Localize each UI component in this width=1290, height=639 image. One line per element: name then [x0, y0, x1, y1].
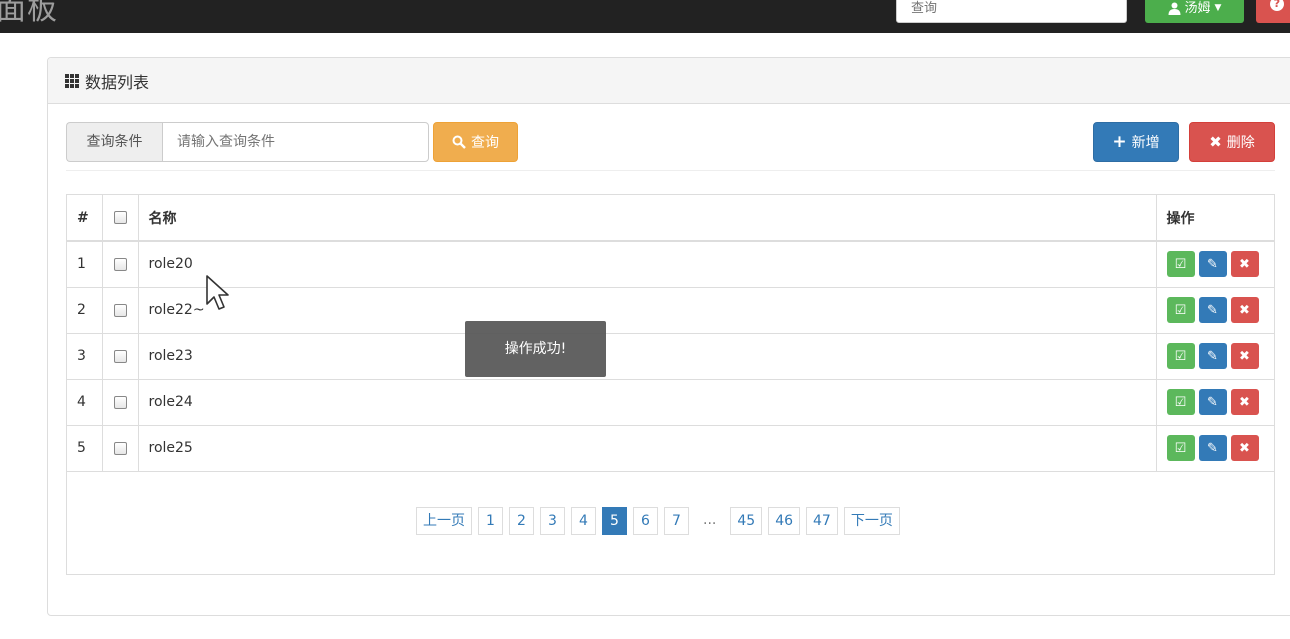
row-num: 4	[67, 379, 103, 426]
search-icon	[452, 135, 466, 149]
data-table: # 名称 操作 1 role20 ☑ ✎ ✖ 2 role22~ ☑ ✎ ✖ 3…	[67, 195, 1274, 472]
pencil-icon[interactable]: ✎	[1198, 389, 1227, 415]
page-link[interactable]: 1	[478, 507, 503, 535]
pencil-icon[interactable]: ✎	[1198, 343, 1227, 369]
top-navbar: 面板 汤姆 ▼ ?	[0, 0, 1290, 33]
check-icon[interactable]: ☑	[1166, 435, 1195, 461]
table-row: 4 role24 ☑ ✎ ✖	[67, 379, 1274, 426]
row-name: role24	[138, 379, 1157, 426]
user-icon	[1168, 2, 1181, 15]
table-row: 3 role23 ☑ ✎ ✖	[67, 333, 1274, 380]
query-button-label: 查询	[471, 135, 499, 151]
remove-icon[interactable]: ✖	[1230, 343, 1259, 369]
page-link[interactable]: 4	[571, 507, 596, 535]
pagination: 上一页 1 2 3 4 5 6 7 ... 45 46 47 下一页	[416, 507, 900, 535]
table-row: 5 role25 ☑ ✎ ✖	[67, 425, 1274, 472]
mouse-cursor-icon	[206, 275, 229, 310]
plus-icon: +	[1112, 132, 1127, 152]
check-icon[interactable]: ☑	[1166, 297, 1195, 323]
add-button[interactable]: + 新增	[1093, 122, 1179, 162]
data-list-panel: 数据列表 查询条件 查询 + 新增 ✖ 删除 # 名称 操作	[47, 57, 1290, 616]
header-select-all	[102, 195, 139, 242]
row-checkbox[interactable]	[113, 349, 127, 363]
page-link[interactable]: 7	[664, 507, 689, 535]
page-link[interactable]: 6	[633, 507, 658, 535]
prev-page-link[interactable]: 上一页	[416, 507, 472, 535]
remove-icon[interactable]: ✖	[1230, 435, 1259, 461]
remove-icon[interactable]: ✖	[1230, 251, 1259, 278]
row-checkbox[interactable]	[113, 441, 127, 455]
header-name: 名称	[138, 195, 1157, 242]
check-icon[interactable]: ☑	[1166, 251, 1195, 278]
toolbar-divider	[66, 170, 1275, 171]
query-button[interactable]: 查询	[433, 122, 518, 162]
panel-heading: 数据列表	[48, 58, 1290, 104]
query-input[interactable]	[162, 122, 429, 162]
page-ellipsis: ...	[695, 507, 725, 535]
table-row: 2 role22~ ☑ ✎ ✖	[67, 287, 1274, 334]
row-name: role25	[138, 425, 1157, 472]
data-table-container: # 名称 操作 1 role20 ☑ ✎ ✖ 2 role22~ ☑ ✎ ✖ 3…	[66, 194, 1275, 575]
pencil-icon[interactable]: ✎	[1198, 251, 1227, 278]
success-toast: 操作成功!	[465, 321, 606, 377]
row-name: role20	[138, 241, 1157, 288]
caret-down-icon: ▼	[1214, 3, 1222, 13]
remove-icon[interactable]: ✖	[1230, 297, 1259, 323]
remove-icon[interactable]: ✖	[1230, 389, 1259, 415]
navbar-search-input[interactable]	[896, 0, 1127, 23]
page-link[interactable]: 3	[540, 507, 565, 535]
select-all-checkbox[interactable]	[113, 211, 127, 224]
user-menu-button[interactable]: 汤姆 ▼	[1145, 0, 1244, 23]
row-checkbox[interactable]	[113, 303, 127, 317]
th-grid-icon	[65, 73, 79, 88]
header-num: #	[67, 195, 103, 242]
row-num: 5	[67, 425, 103, 472]
row-checkbox[interactable]	[113, 395, 127, 409]
page-link[interactable]: 2	[509, 507, 534, 535]
pencil-icon[interactable]: ✎	[1198, 297, 1227, 323]
row-num: 1	[67, 241, 103, 288]
row-name: role22~	[138, 287, 1157, 334]
row-num: 2	[67, 287, 103, 334]
help-button[interactable]: ?	[1256, 0, 1290, 23]
next-page-link[interactable]: 下一页	[843, 507, 900, 535]
page-link[interactable]: 46	[768, 507, 801, 535]
check-icon[interactable]: ☑	[1166, 343, 1195, 369]
page-link[interactable]: 47	[806, 507, 838, 535]
panel-title: 数据列表	[85, 72, 150, 92]
query-input-group: 查询条件	[66, 122, 429, 162]
check-icon[interactable]: ☑	[1166, 389, 1195, 415]
row-num: 3	[67, 333, 103, 380]
query-condition-label: 查询条件	[66, 122, 162, 162]
remove-icon: ✖	[1209, 133, 1222, 151]
delete-button-label: 删除	[1226, 135, 1255, 151]
header-ops: 操作	[1156, 195, 1274, 242]
question-icon: ?	[1270, 0, 1284, 11]
brand-title: 面板	[0, 0, 58, 27]
table-header-row: # 名称 操作	[67, 195, 1274, 242]
add-button-label: 新增	[1131, 135, 1160, 151]
delete-button[interactable]: ✖ 删除	[1189, 122, 1275, 162]
table-row: 1 role20 ☑ ✎ ✖	[67, 241, 1274, 288]
page-link[interactable]: 45	[730, 507, 763, 535]
page-link-current[interactable]: 5	[602, 507, 627, 535]
row-checkbox[interactable]	[113, 257, 127, 271]
user-name: 汤姆	[1184, 1, 1211, 16]
row-name: role23	[138, 333, 1157, 380]
pencil-icon[interactable]: ✎	[1198, 435, 1227, 461]
